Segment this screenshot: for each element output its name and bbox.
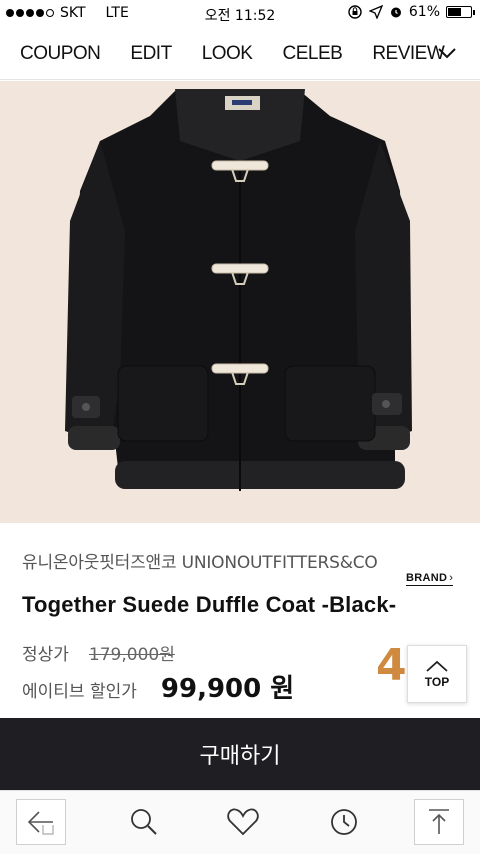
sale-price-label: 에이티브 할인가 <box>22 682 137 702</box>
bottom-toolbar <box>0 790 480 854</box>
regular-price-row: 정상가 179,000원 <box>22 640 175 665</box>
battery-percent: 61% <box>408 4 440 20</box>
product-title: Together Suede Duffle Coat -Black- <box>22 592 397 617</box>
product-image[interactable] <box>0 81 480 523</box>
counter-badge: 4 <box>376 640 407 691</box>
chevron-right-icon: › <box>449 572 454 584</box>
sale-price: 99,900 원 <box>160 674 295 704</box>
chevron-up-icon <box>426 660 448 672</box>
clock-icon[interactable] <box>319 799 369 845</box>
buy-button[interactable]: 구매하기 <box>0 718 480 790</box>
brand-name[interactable]: 유니온아웃핏터즈앤코 UNIONOUTFITTERS&CO <box>22 548 378 573</box>
rotation-lock-icon <box>348 5 362 19</box>
brand-link[interactable]: BRAND › <box>406 572 454 586</box>
scroll-top-label: TOP <box>424 675 450 689</box>
search-icon[interactable] <box>119 799 169 845</box>
regular-price: 179,000원 <box>88 645 175 665</box>
share-icon[interactable] <box>414 799 464 845</box>
chevron-down-icon[interactable] <box>436 42 458 64</box>
scroll-top-button[interactable]: TOP <box>407 645 467 703</box>
category-nav: COUPON EDIT LOOK CELEB REVIEW <box>0 28 480 80</box>
status-right: 61% <box>347 4 475 20</box>
alarm-icon <box>390 7 401 18</box>
location-icon <box>368 5 383 19</box>
tab-look[interactable]: LOOK <box>202 43 253 65</box>
heart-icon[interactable] <box>218 799 268 845</box>
duffle-coat-image <box>0 81 480 523</box>
status-bar: SKT LTE 오전 11:52 61% <box>0 0 480 28</box>
tab-celeb[interactable]: CELEB <box>283 43 343 65</box>
battery-icon <box>446 6 475 18</box>
tab-edit[interactable]: EDIT <box>130 43 172 65</box>
brand-link-label: BRAND <box>406 572 448 584</box>
tab-review[interactable]: REVIEW <box>372 43 444 65</box>
nav-tabs: COUPON EDIT LOOK CELEB REVIEW <box>20 43 445 65</box>
tab-coupon[interactable]: COUPON <box>20 43 101 65</box>
regular-price-label: 정상가 <box>22 645 69 665</box>
back-home-icon[interactable] <box>16 799 66 845</box>
sale-price-row: 에이티브 할인가 99,900 원 <box>22 668 294 705</box>
